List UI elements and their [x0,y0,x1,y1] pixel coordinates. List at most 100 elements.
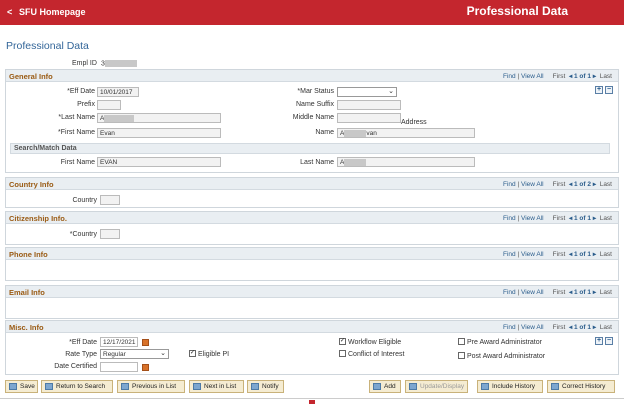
name-suffix-label: Name Suffix [296,101,334,108]
post-award-admin-checkbox[interactable] [458,352,465,359]
view-all-link[interactable]: View All [521,324,544,331]
mar-status-select[interactable]: ⌄ [337,87,397,97]
view-all-link[interactable]: View All [521,181,544,188]
middle-name-field[interactable] [337,113,401,123]
eff-date-field[interactable]: 10/01/2017 [97,87,139,97]
include-history-icon [481,383,489,390]
delete-row-icon[interactable]: − [605,337,613,345]
country-field[interactable] [100,195,120,205]
last-name-field[interactable]: A [97,113,221,123]
next-arrow-icon[interactable]: ▸ [593,73,596,80]
first-link[interactable]: First [553,73,566,80]
post-award-admin-label: Post Award Administrator [467,353,546,360]
last-link[interactable]: Last [600,73,612,80]
first-link[interactable]: First [553,324,566,331]
return-icon [45,383,53,390]
first-link[interactable]: First [553,289,566,296]
next-arrow-icon[interactable]: ▸ [593,324,596,331]
prev-arrow-icon[interactable]: ◂ [569,181,572,188]
prev-arrow-icon[interactable]: ◂ [569,324,572,331]
row-count: 1 of 1 [574,251,591,258]
last-link[interactable]: Last [600,289,612,296]
mar-status-label: *Mar Status [297,88,334,95]
calendar-icon[interactable] [142,339,149,346]
prev-arrow-icon[interactable]: ◂ [569,289,572,296]
bottom-strip [0,398,624,404]
delete-row-icon[interactable]: − [605,86,613,94]
conflict-of-interest-checkbox[interactable] [339,350,346,357]
find-link[interactable]: Find [503,215,516,222]
rate-type-select[interactable]: Regular ⌄ [100,349,169,359]
name-field[interactable]: Avan [337,128,475,138]
next-in-list-button[interactable]: Next in List [189,380,244,393]
pre-award-admin-checkbox[interactable] [458,338,465,345]
find-link[interactable]: Find [503,324,516,331]
last-link[interactable]: Last [600,324,612,331]
include-history-button[interactable]: Include History [477,380,543,393]
email-info-section: Email Info Find | View All First ◂ 1 of … [5,285,619,319]
previous-icon [121,383,129,390]
first-link[interactable]: First [553,215,566,222]
calendar-icon[interactable] [142,364,149,371]
prev-arrow-icon[interactable]: ◂ [569,73,572,80]
next-arrow-icon[interactable]: ▸ [593,215,596,222]
misc-eff-date-field[interactable]: 12/17/2021 [100,337,138,347]
previous-in-list-button[interactable]: Previous in List [117,380,185,393]
next-arrow-icon[interactable]: ▸ [593,181,596,188]
first-link[interactable]: First [553,181,566,188]
citizenship-country-field[interactable] [100,229,120,239]
workflow-eligible-checkbox[interactable]: ✓ [339,338,346,345]
phone-info-header: Phone Info Find | View All First ◂ 1 of … [6,248,618,260]
misc-eff-date-label: *Eff Date [69,339,97,346]
last-link[interactable]: Last [600,251,612,258]
prev-arrow-icon[interactable]: ◂ [569,251,572,258]
update-display-icon [409,383,417,390]
general-info-nav: Find | View All First ◂ 1 of 1 ▸ Last [503,73,612,80]
chevron-down-icon: ⌄ [160,350,166,357]
correct-history-button[interactable]: Correct History [547,380,615,393]
last-link[interactable]: Last [600,181,612,188]
citizenship-info-header: Citizenship Info. Find | View All First … [6,212,618,224]
first-link[interactable]: First [553,251,566,258]
citizenship-country-label: *Country [69,231,97,238]
search-match-header: Search/Match Data [10,143,610,154]
general-info-header: General Info Find | View All First ◂ 1 o… [6,70,618,82]
email-info-nav: Find | View All First ◂ 1 of 1 ▸ Last [503,289,612,296]
last-link[interactable]: Last [600,215,612,222]
save-button[interactable]: Save [5,380,38,393]
back-arrow-icon[interactable]: < [7,7,12,17]
find-link[interactable]: Find [503,251,516,258]
notify-button[interactable]: Notify [247,380,284,393]
next-arrow-icon[interactable]: ▸ [593,251,596,258]
view-all-link[interactable]: View All [521,215,544,222]
find-link[interactable]: Find [503,289,516,296]
prefix-field[interactable] [97,100,121,110]
return-to-search-button[interactable]: Return to Search [41,380,113,393]
first-name-field[interactable]: Evan [97,128,221,138]
general-info-title: General Info [9,72,53,81]
name-suffix-field[interactable] [337,100,401,110]
date-certified-field[interactable] [100,362,138,372]
find-link[interactable]: Find [503,73,516,80]
update-display-button[interactable]: Update/Display [405,380,468,393]
pre-award-admin-label: Pre Award Administrator [467,339,542,346]
next-arrow-icon[interactable]: ▸ [593,289,596,296]
notify-icon [251,383,259,390]
view-all-link[interactable]: View All [521,73,544,80]
eligible-pi-checkbox[interactable]: ✓ [189,350,196,357]
find-link[interactable]: Find [503,181,516,188]
add-row-icon[interactable]: + [595,86,603,94]
view-all-link[interactable]: View All [521,251,544,258]
country-label: Country [72,197,97,204]
country-info-header: Country Info Find | View All First ◂ 1 o… [6,178,618,190]
add-button[interactable]: Add [369,380,401,393]
sm-last-name-label: Last Name [300,159,334,166]
citizenship-info-section: Citizenship Info. Find | View All First … [5,211,619,245]
misc-info-section: Misc. Info Find | View All First ◂ 1 of … [5,320,619,375]
banner-title: Professional Data [466,4,568,18]
sm-last-name-field: A [337,157,475,167]
add-row-icon[interactable]: + [595,337,603,345]
view-all-link[interactable]: View All [521,289,544,296]
prev-arrow-icon[interactable]: ◂ [569,215,572,222]
homepage-link[interactable]: SFU Homepage [19,7,86,17]
